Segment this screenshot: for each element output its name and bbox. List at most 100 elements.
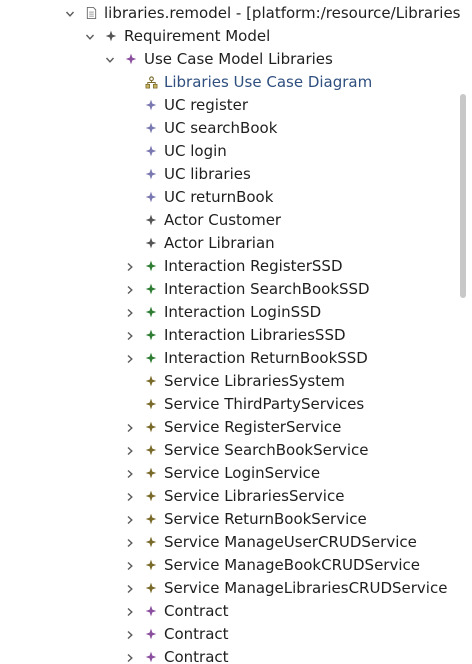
chevron-right-icon[interactable] <box>124 606 136 618</box>
chevron-down-icon[interactable] <box>84 31 96 43</box>
chevron-right-icon[interactable] <box>124 284 136 296</box>
chevron-right-icon[interactable] <box>124 353 136 365</box>
interaction-icon <box>144 351 158 365</box>
usecase-model-icon <box>124 52 138 66</box>
service-icon <box>144 374 158 388</box>
chevron-down-icon[interactable] <box>104 54 116 66</box>
actor-icon <box>144 213 158 227</box>
tree-item-label: Service ManageUserCRUDService <box>164 533 417 551</box>
service-icon <box>144 466 158 480</box>
chevron-right-icon[interactable] <box>124 514 136 526</box>
tree-item[interactable]: Service ManageLibrariesCRUDService <box>0 577 472 600</box>
tree-item-label: Interaction LoginSSD <box>164 303 322 321</box>
tree-item[interactable]: Interaction SearchBookSSD <box>0 278 472 301</box>
tree-item[interactable]: Interaction ReturnBookSSD <box>0 347 472 370</box>
tree-item-label: Contract <box>164 648 229 664</box>
chevron-right-icon[interactable] <box>124 307 136 319</box>
interaction-icon <box>144 259 158 273</box>
chevron-right-icon[interactable] <box>124 583 136 595</box>
tree-item-label: UC returnBook <box>164 188 274 206</box>
service-icon <box>144 443 158 457</box>
tree-item-label: UC register <box>164 96 249 114</box>
tree-item[interactable]: Interaction LibrariesSSD <box>0 324 472 347</box>
tree-item[interactable]: Service SearchBookService <box>0 439 472 462</box>
tree-item-label: Service SearchBookService <box>164 441 369 459</box>
tree-item[interactable]: Actor Librarian <box>0 232 472 255</box>
chevron-right-icon[interactable] <box>124 652 136 664</box>
tree-item[interactable]: UC login <box>0 140 472 163</box>
interaction-icon <box>144 328 158 342</box>
tree-item[interactable]: Service ReturnBookService <box>0 508 472 531</box>
tree-item[interactable]: UC register <box>0 94 472 117</box>
tree-item[interactable]: Interaction LoginSSD <box>0 301 472 324</box>
file-icon <box>84 6 98 20</box>
tree-item[interactable]: Service ThirdPartyServices <box>0 393 472 416</box>
tree-item-label: Service RegisterService <box>164 418 342 436</box>
chevron-right-icon[interactable] <box>124 330 136 342</box>
contract-icon <box>144 604 158 618</box>
chevron-down-icon[interactable] <box>64 8 76 20</box>
tree-item[interactable]: Use Case Model Libraries <box>0 48 472 71</box>
use-case-icon <box>144 98 158 112</box>
chevron-right-icon[interactable] <box>124 261 136 273</box>
tree-item-label: UC libraries <box>164 165 251 183</box>
tree-item[interactable]: Service ManageUserCRUDService <box>0 531 472 554</box>
chevron-right-icon[interactable] <box>124 629 136 641</box>
chevron-right-icon[interactable] <box>124 560 136 572</box>
tree-item[interactable]: Contract <box>0 600 472 623</box>
tree-item-label: Interaction RegisterSSD <box>164 257 343 275</box>
tree-item-label: Interaction ReturnBookSSD <box>164 349 368 367</box>
tree-item-label: Service ThirdPartyServices <box>164 395 365 413</box>
tree-item[interactable]: Service LibrariesService <box>0 485 472 508</box>
service-icon <box>144 558 158 572</box>
tree-item-label: Interaction SearchBookSSD <box>164 280 370 298</box>
vertical-scrollbar-thumb[interactable] <box>460 94 466 298</box>
service-icon <box>144 581 158 595</box>
tree-item[interactable]: Service ManageBookCRUDService <box>0 554 472 577</box>
tree-item[interactable]: Actor Customer <box>0 209 472 232</box>
tree-item-label: Service LoginService <box>164 464 321 482</box>
service-icon <box>144 420 158 434</box>
model-icon <box>104 29 118 43</box>
tree-item[interactable]: Interaction RegisterSSD <box>0 255 472 278</box>
tree-item-label: Requirement Model <box>124 27 271 45</box>
interaction-icon <box>144 282 158 296</box>
tree-item-label: Contract <box>164 602 229 620</box>
chevron-right-icon[interactable] <box>124 422 136 434</box>
tree-item[interactable]: Contract <box>0 646 472 664</box>
tree-item-label: Interaction LibrariesSSD <box>164 326 346 344</box>
tree-item-label: Actor Customer <box>164 211 282 229</box>
use-case-icon <box>144 190 158 204</box>
tree-item-label: Service ReturnBookService <box>164 510 367 528</box>
tree-item-label: UC login <box>164 142 227 160</box>
model-tree-view[interactable]: libraries.remodel - [platform:/resource/… <box>0 0 472 664</box>
contract-icon <box>144 650 158 664</box>
tree-item[interactable]: UC returnBook <box>0 186 472 209</box>
tree-item[interactable]: Service LibrariesSystem <box>0 370 472 393</box>
tree-item-label: Actor Librarian <box>164 234 275 252</box>
tree-item-label: Service ManageLibrariesCRUDService <box>164 579 448 597</box>
chevron-right-icon[interactable] <box>124 491 136 503</box>
chevron-right-icon[interactable] <box>124 468 136 480</box>
use-case-icon <box>144 167 158 181</box>
chevron-right-icon[interactable] <box>124 445 136 457</box>
chevron-right-icon[interactable] <box>124 537 136 549</box>
tree-item[interactable]: UC libraries <box>0 163 472 186</box>
tree-item[interactable]: Service LoginService <box>0 462 472 485</box>
tree-item[interactable]: Requirement Model <box>0 25 472 48</box>
tree-item[interactable]: Service RegisterService <box>0 416 472 439</box>
tree-item-label: Libraries Use Case Diagram <box>164 73 373 91</box>
tree-item[interactable]: Libraries Use Case Diagram <box>0 71 472 94</box>
tree-item[interactable]: libraries.remodel - [platform:/resource/… <box>0 2 472 25</box>
contract-icon <box>144 627 158 641</box>
diagram-icon <box>144 75 158 89</box>
service-icon <box>144 535 158 549</box>
service-icon <box>144 397 158 411</box>
tree-item[interactable]: Contract <box>0 623 472 646</box>
tree-item-label: Service LibrariesService <box>164 487 345 505</box>
tree-item[interactable]: UC searchBook <box>0 117 472 140</box>
tree-item-label: Use Case Model Libraries <box>144 50 333 68</box>
interaction-icon <box>144 305 158 319</box>
use-case-icon <box>144 144 158 158</box>
tree-item-label: UC searchBook <box>164 119 278 137</box>
